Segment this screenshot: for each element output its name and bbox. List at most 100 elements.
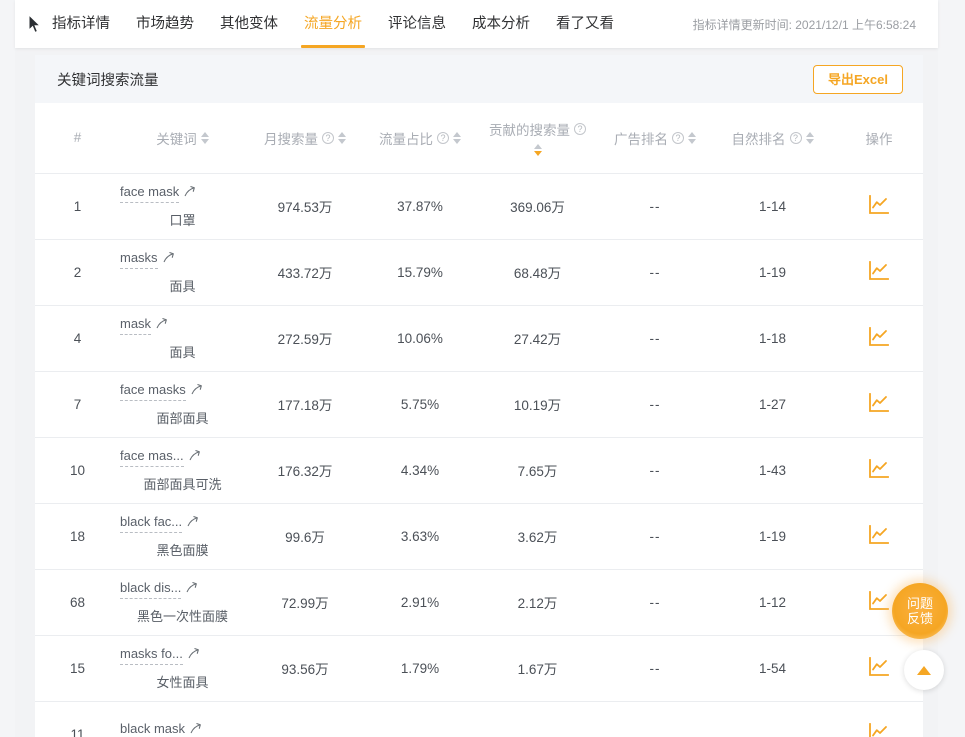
keyword-text[interactable]: face mas... xyxy=(120,448,184,467)
keyword-line: masks xyxy=(120,250,245,269)
tab-2[interactable]: 其他变体 xyxy=(207,0,291,48)
cell-action xyxy=(835,701,923,737)
cell-keyword: masks 面具 xyxy=(120,239,245,305)
trend-chart-icon[interactable] xyxy=(868,722,890,737)
trend-chart-icon[interactable] xyxy=(868,524,890,546)
column-header-label: 广告排名 xyxy=(614,128,668,148)
external-link-icon[interactable] xyxy=(187,515,199,527)
feedback-label-line1: 问题 xyxy=(907,596,933,611)
cell-keyword: masks fo...女性面具 xyxy=(120,635,245,701)
row-index-label: 2 xyxy=(74,265,82,280)
keyword-translation: 面具 xyxy=(120,276,245,295)
help-icon[interactable]: ? xyxy=(437,132,449,144)
external-link-icon[interactable] xyxy=(156,317,168,329)
cell-index: 18 xyxy=(35,503,120,569)
tab-5[interactable]: 成本分析 xyxy=(459,0,543,48)
sort-toggle-icon[interactable] xyxy=(806,132,814,144)
help-icon[interactable]: ? xyxy=(672,132,684,144)
keyword-line: face masks xyxy=(120,382,245,401)
sort-toggle-icon[interactable] xyxy=(534,144,542,156)
sort-toggle-icon[interactable] xyxy=(338,132,346,144)
back-to-top-button[interactable] xyxy=(904,650,944,690)
keyword-text[interactable]: masks xyxy=(120,250,158,269)
external-link-icon[interactable] xyxy=(188,647,200,659)
tab-3[interactable]: 流量分析 xyxy=(291,0,375,48)
external-link-icon[interactable] xyxy=(186,581,198,593)
row-index-label: 11 xyxy=(70,727,84,737)
column-header-3[interactable]: 流量占比? xyxy=(365,103,475,173)
table-row[interactable]: 68black dis...黑色一次性面膜72.99万2.91%2.12万--1… xyxy=(35,569,923,635)
cell-keyword: face masks面部面具 xyxy=(120,371,245,437)
tab-list: 指标详情市场趋势其他变体流量分析评论信息成本分析看了又看 xyxy=(15,0,627,48)
table-row[interactable]: 18black fac...黑色面膜99.6万3.63%3.62万--1-19 xyxy=(35,503,923,569)
cell-index: 15 xyxy=(35,635,120,701)
trend-chart-icon[interactable] xyxy=(868,194,890,216)
external-link-icon[interactable] xyxy=(184,185,196,197)
external-link-icon[interactable] xyxy=(163,251,175,263)
sort-toggle-icon[interactable] xyxy=(453,132,461,144)
cell-action xyxy=(835,239,923,305)
trend-chart-icon[interactable] xyxy=(868,260,890,282)
help-icon[interactable]: ? xyxy=(574,123,586,135)
external-link-icon[interactable] xyxy=(189,449,201,461)
tab-0[interactable]: 指标详情 xyxy=(39,0,123,48)
export-excel-button[interactable]: 导出Excel xyxy=(813,65,903,94)
table-row[interactable]: 15masks fo...女性面具93.56万1.79%1.67万--1-54 xyxy=(35,635,923,701)
trend-chart-icon[interactable] xyxy=(868,590,890,612)
column-header-label: 月搜索量 xyxy=(264,128,318,148)
table-row[interactable]: 11 black mask xyxy=(35,701,923,737)
external-link-icon[interactable] xyxy=(191,383,203,395)
back-to-top-icon xyxy=(917,666,931,675)
column-header-2[interactable]: 月搜索量? xyxy=(245,103,365,173)
keyword-text[interactable]: masks fo... xyxy=(120,646,183,665)
card-title: 关键词搜索流量 xyxy=(57,69,159,90)
table-row[interactable]: 4mask面具272.59万10.06%27.42万--1-18 xyxy=(35,305,923,371)
trend-chart-icon[interactable] xyxy=(868,326,890,348)
cell-monthly-search: 974.53万 xyxy=(245,173,365,239)
sort-toggle-icon[interactable] xyxy=(688,132,696,144)
card-header: 关键词搜索流量 导出Excel xyxy=(35,55,923,103)
tab-6[interactable]: 看了又看 xyxy=(543,0,627,48)
help-icon[interactable]: ? xyxy=(322,132,334,144)
cell-monthly-search: 176.32万 xyxy=(245,437,365,503)
cell-contributed-search: 68.48万 xyxy=(475,239,600,305)
cell-contributed-search: 10.19万 xyxy=(475,371,600,437)
column-header-label: # xyxy=(74,130,82,145)
column-header-1[interactable]: 关键词 xyxy=(120,103,245,173)
table-row[interactable]: 7face masks面部面具177.18万5.75%10.19万--1-27 xyxy=(35,371,923,437)
row-index-label: 10 xyxy=(70,463,85,478)
cell-monthly-search: 99.6万 xyxy=(245,503,365,569)
cell-index: 2 xyxy=(35,239,120,305)
help-icon[interactable]: ? xyxy=(790,132,802,144)
cell-ad-rank: -- xyxy=(600,569,710,635)
table-row[interactable]: 1face mask口罩974.53万37.87%369.06万--1-14 xyxy=(35,173,923,239)
trend-chart-icon[interactable] xyxy=(868,392,890,414)
trend-chart-icon[interactable] xyxy=(868,458,890,480)
keyword-line: masks fo... xyxy=(120,646,245,665)
tab-1[interactable]: 市场趋势 xyxy=(123,0,207,48)
tab-4[interactable]: 评论信息 xyxy=(375,0,459,48)
keyword-text[interactable]: face masks xyxy=(120,382,186,401)
keyword-text[interactable]: black mask xyxy=(120,721,185,737)
keyword-translation: 口罩 xyxy=(120,210,245,229)
cell-traffic-share: 5.75% xyxy=(365,371,475,437)
cell-keyword: black mask xyxy=(120,701,245,737)
external-link-icon[interactable] xyxy=(190,722,202,734)
keyword-text[interactable]: face mask xyxy=(120,184,179,203)
table-row[interactable]: 10face mas...面部面具可洗176.32万4.34%7.65万--1-… xyxy=(35,437,923,503)
column-header-4[interactable]: 贡献的搜索量? xyxy=(475,103,600,173)
keyword-text[interactable]: black fac... xyxy=(120,514,182,533)
feedback-fab-button[interactable]: 问题 反馈 xyxy=(892,583,948,639)
trend-chart-icon[interactable] xyxy=(868,656,890,678)
keyword-traffic-table: #关键词月搜索量?流量占比?贡献的搜索量?广告排名?自然排名?操作 1face … xyxy=(35,103,923,737)
cell-action xyxy=(835,305,923,371)
column-header-6[interactable]: 自然排名? xyxy=(710,103,835,173)
sort-toggle-icon[interactable] xyxy=(201,132,209,144)
keyword-text[interactable]: mask xyxy=(120,316,151,335)
column-header-5[interactable]: 广告排名? xyxy=(600,103,710,173)
column-header-label: 操作 xyxy=(866,128,893,148)
keyword-text[interactable]: black dis... xyxy=(120,580,181,599)
page-gutter-left xyxy=(0,0,15,737)
cell-action xyxy=(835,437,923,503)
table-row[interactable]: 2masks面具433.72万15.79%68.48万--1-19 xyxy=(35,239,923,305)
